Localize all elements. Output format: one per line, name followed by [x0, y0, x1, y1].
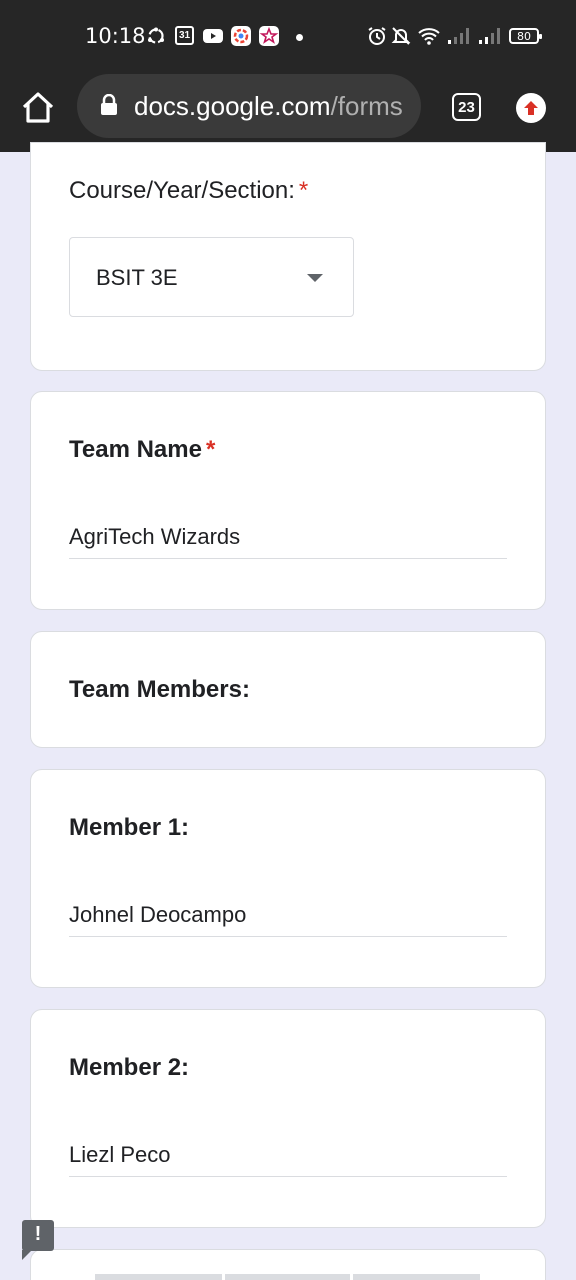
- home-icon[interactable]: [18, 88, 58, 128]
- lock-icon: [99, 93, 119, 116]
- url-host: docs.google.com: [134, 91, 331, 121]
- question-card-course: Course/Year/Section: * BSIT 3E: [30, 142, 546, 371]
- question-card-team-name: Team Name * AgriTech Wizards: [30, 391, 546, 610]
- alarm-icon: [367, 26, 387, 46]
- question-label-text: Course/Year/Section:: [69, 177, 295, 204]
- browser-toolbar: docs.google.com/forms 23: [0, 74, 576, 152]
- question-label-team-name: Team Name *: [69, 436, 215, 464]
- url-path: /forms: [330, 91, 403, 121]
- table-header-cell: [225, 1274, 350, 1280]
- sync-icon: [146, 26, 166, 46]
- tab-switcher-button[interactable]: 23: [452, 93, 481, 121]
- wifi-icon: [418, 26, 440, 46]
- member-1-input[interactable]: Johnel Deocampo: [69, 902, 507, 937]
- required-asterisk: *: [298, 177, 309, 204]
- bell-off-icon: [391, 26, 411, 46]
- notification-dot: [296, 34, 303, 41]
- table-header-cell: [353, 1274, 480, 1280]
- section-title-team-members: Team Members:: [69, 676, 250, 703]
- course-dropdown[interactable]: BSIT 3E: [69, 237, 354, 317]
- signal-icon: [478, 26, 500, 46]
- arrow-up-icon: [524, 101, 538, 115]
- question-label-member-2: Member 2:: [69, 1054, 190, 1081]
- photos-icon: [231, 26, 251, 46]
- chevron-down-icon: [307, 274, 323, 282]
- url-text: docs.google.com/forms: [134, 91, 403, 122]
- required-asterisk: *: [205, 436, 216, 463]
- course-dropdown-value: BSIT 3E: [96, 265, 178, 290]
- section-card-team-members: Team Members:: [30, 631, 546, 748]
- question-label-text: Team Name: [69, 436, 202, 463]
- alert-icon: !: [34, 1223, 42, 1245]
- calendar-icon: 31: [175, 26, 194, 45]
- feedback-button[interactable]: !: [22, 1220, 54, 1260]
- status-bar: 10:18 31 80: [0, 0, 576, 74]
- signal-icon: [447, 26, 469, 46]
- question-card-member-2: Member 2: Liezl Peco: [30, 1009, 546, 1228]
- update-button[interactable]: [516, 93, 546, 123]
- team-name-input[interactable]: AgriTech Wizards: [69, 524, 507, 559]
- star-app-icon: [259, 26, 279, 46]
- table-header-cell: [95, 1274, 222, 1280]
- question-card-member-1: Member 1: Johnel Deocampo: [30, 769, 546, 988]
- member-2-input[interactable]: Liezl Peco: [69, 1142, 507, 1177]
- question-label-member-1: Member 1:: [69, 814, 190, 841]
- battery-icon: 80: [509, 28, 542, 44]
- question-label-course: Course/Year/Section: *: [69, 177, 308, 205]
- youtube-icon: [203, 26, 223, 46]
- address-bar[interactable]: docs.google.com/forms: [77, 74, 421, 138]
- status-time: 10:18: [85, 24, 146, 48]
